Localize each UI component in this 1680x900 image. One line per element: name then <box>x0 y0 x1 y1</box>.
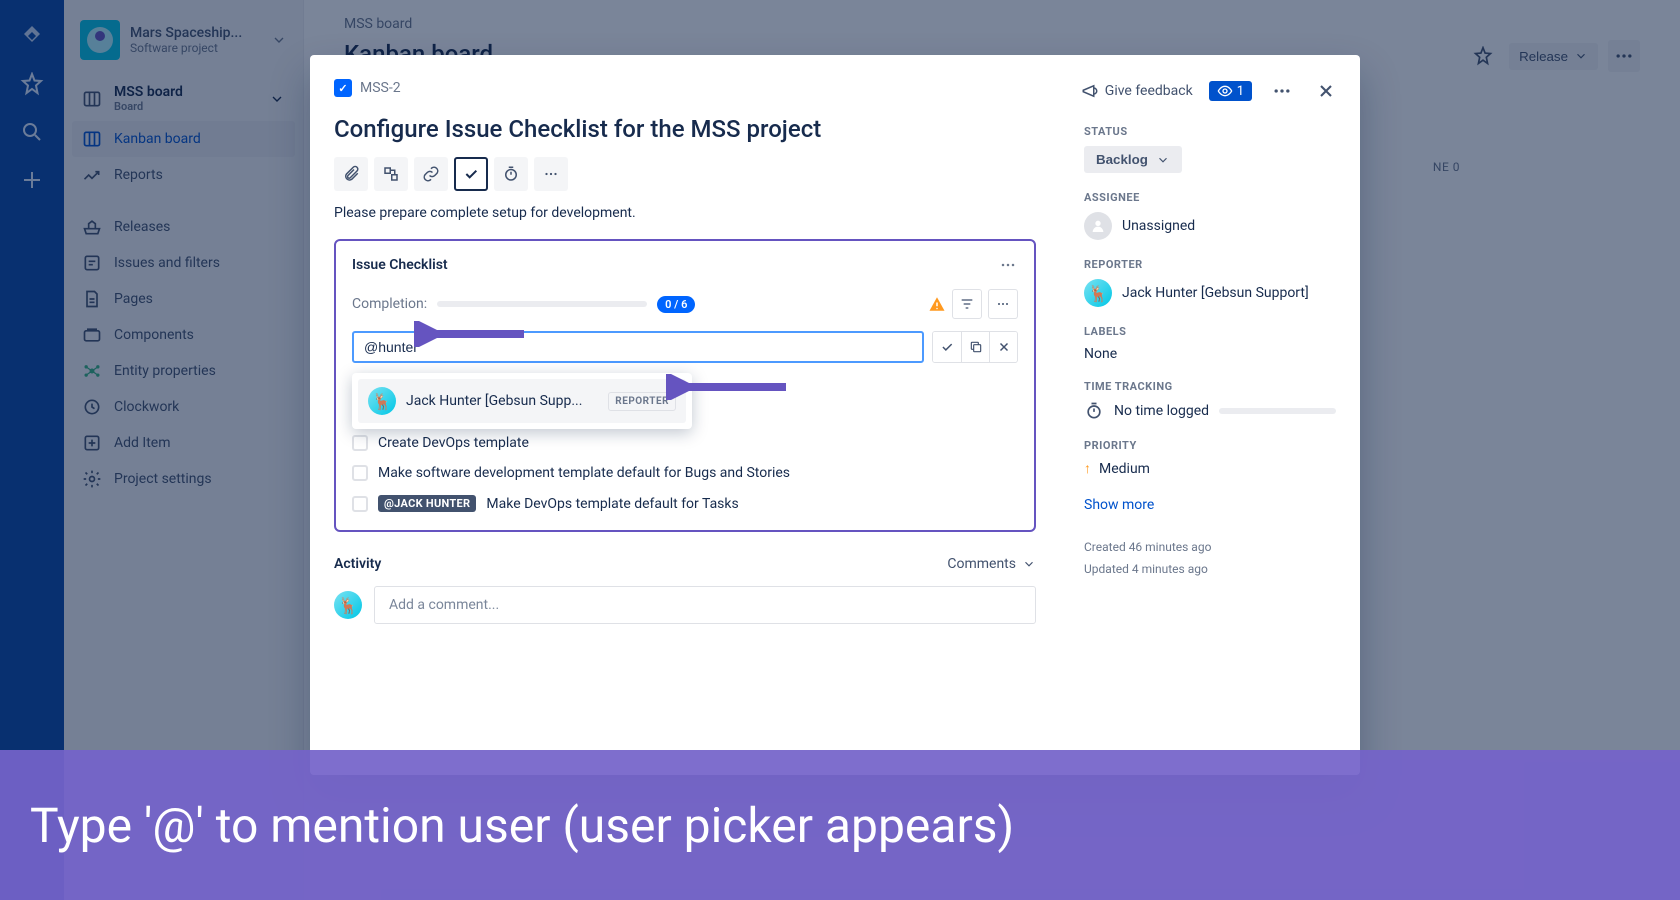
checkbox[interactable] <box>352 496 368 512</box>
more-icon[interactable] <box>1268 77 1296 105</box>
issue-key[interactable]: MSS-2 <box>334 79 1036 97</box>
reporter-row[interactable]: 🦌 Jack Hunter [Gebsun Support] <box>1084 279 1336 307</box>
subtask-button[interactable] <box>374 157 408 191</box>
close-icon[interactable] <box>1312 77 1340 105</box>
issue-title[interactable]: Configure Issue Checklist for the MSS pr… <box>334 115 1036 143</box>
priority-arrow-icon: ↑ <box>1084 460 1091 477</box>
activity-header: Activity Comments <box>334 556 1036 572</box>
mention-pill[interactable]: @JACK HUNTER <box>378 495 476 512</box>
cancel-button[interactable] <box>989 332 1017 362</box>
task-type-icon <box>334 79 352 97</box>
modal-sidebar: STATUS Backlog ASSIGNEE Unassigned REPOR… <box>1060 55 1360 775</box>
checklist-title: Issue Checklist <box>352 257 448 273</box>
timer-button[interactable] <box>494 157 528 191</box>
assignee-label: ASSIGNEE <box>1084 191 1336 204</box>
priority-row[interactable]: ↑ Medium <box>1084 460 1336 477</box>
watch-button[interactable]: 1 <box>1209 81 1252 101</box>
completion-label: Completion: <box>352 296 427 312</box>
reporter-value: Jack Hunter [Gebsun Support] <box>1122 285 1309 301</box>
eye-icon <box>1217 83 1233 99</box>
labels-label: LABELS <box>1084 325 1336 338</box>
modal-top-actions: Give feedback 1 <box>1081 77 1340 105</box>
time-label: TIME TRACKING <box>1084 380 1336 393</box>
banner-text: Type '@' to mention user (user picker ap… <box>30 797 1014 854</box>
issue-description[interactable]: Please prepare complete setup for develo… <box>334 205 1036 221</box>
checklist-item[interactable]: @JACK HUNTER Make DevOps template default… <box>352 495 1018 512</box>
link-button[interactable] <box>414 157 448 191</box>
activity-title: Activity <box>334 556 381 572</box>
feedback-label: Give feedback <box>1105 83 1193 99</box>
filter-button[interactable] <box>952 289 982 319</box>
avatar: 🦌 <box>368 387 396 415</box>
avatar-placeholder-icon <box>1084 212 1112 240</box>
assignee-value: Unassigned <box>1122 218 1195 234</box>
avatar: 🦌 <box>334 591 362 619</box>
issue-toolbar <box>334 157 1036 191</box>
more-actions-button[interactable] <box>534 157 568 191</box>
checkbox[interactable] <box>352 435 368 451</box>
confirm-button[interactable] <box>933 332 961 362</box>
item-text: Make DevOps template default for Tasks <box>486 496 738 512</box>
more-button[interactable] <box>988 289 1018 319</box>
item-text: Make software development template defau… <box>378 465 790 481</box>
issue-checklist: Issue Checklist Completion: 0 / 6 <box>334 239 1036 532</box>
avatar: 🦌 <box>1084 279 1112 307</box>
user-name: Jack Hunter [Gebsun Supp... <box>406 393 598 409</box>
status-value: Backlog <box>1096 152 1148 167</box>
reporter-label: REPORTER <box>1084 258 1336 271</box>
megaphone-icon <box>1081 82 1099 100</box>
priority-label: PRIORITY <box>1084 439 1336 452</box>
checklist-input-row: 🦌 Jack Hunter [Gebsun Supp... REPORTER <box>352 331 1018 363</box>
item-text: Create DevOps template <box>378 435 529 451</box>
time-row[interactable]: No time logged <box>1084 401 1336 421</box>
input-actions <box>932 331 1018 363</box>
issue-modal: MSS-2 Configure Issue Checklist for the … <box>310 55 1360 775</box>
checklist-button[interactable] <box>454 157 488 191</box>
copy-button[interactable] <box>961 332 989 362</box>
issue-key-text: MSS-2 <box>360 80 401 96</box>
show-more-link[interactable]: Show more <box>1084 497 1336 513</box>
created-text: Created 46 minutes ago <box>1084 537 1336 559</box>
checkbox[interactable] <box>352 465 368 481</box>
priority-value: Medium <box>1099 461 1150 477</box>
time-bar <box>1219 408 1336 414</box>
comment-input[interactable]: Add a comment... <box>374 586 1036 624</box>
modal-main: MSS-2 Configure Issue Checklist for the … <box>310 55 1060 775</box>
role-badge: REPORTER <box>608 392 676 411</box>
time-value: No time logged <box>1114 403 1209 419</box>
watch-count: 1 <box>1237 84 1244 99</box>
attach-button[interactable] <box>334 157 368 191</box>
comment-row: 🦌 Add a comment... <box>334 586 1036 624</box>
completion-badge: 0 / 6 <box>657 296 695 313</box>
warning-icon[interactable] <box>928 295 946 313</box>
user-picker-item[interactable]: 🦌 Jack Hunter [Gebsun Supp... REPORTER <box>358 379 686 423</box>
completion-row: Completion: 0 / 6 <box>352 289 1018 319</box>
progress-bar <box>437 301 647 307</box>
checklist-item[interactable]: Make software development template defau… <box>352 465 1018 481</box>
stopwatch-icon <box>1084 401 1104 421</box>
feedback-button[interactable]: Give feedback <box>1081 82 1193 100</box>
checklist-input[interactable] <box>352 331 924 363</box>
timestamps: Created 46 minutes ago Updated 4 minutes… <box>1084 537 1336 580</box>
comments-label: Comments <box>947 556 1016 572</box>
labels-value[interactable]: None <box>1084 346 1336 362</box>
comments-dropdown[interactable]: Comments <box>947 556 1036 572</box>
updated-text: Updated 4 minutes ago <box>1084 559 1336 581</box>
checklist-menu-icon[interactable] <box>998 255 1018 275</box>
status-button[interactable]: Backlog <box>1084 146 1182 173</box>
instruction-banner: Type '@' to mention user (user picker ap… <box>0 750 1680 900</box>
user-picker-dropdown: 🦌 Jack Hunter [Gebsun Supp... REPORTER <box>352 373 692 429</box>
assignee-row[interactable]: Unassigned <box>1084 212 1336 240</box>
status-label: STATUS <box>1084 125 1336 138</box>
checklist-item[interactable]: Create DevOps template <box>352 435 1018 451</box>
